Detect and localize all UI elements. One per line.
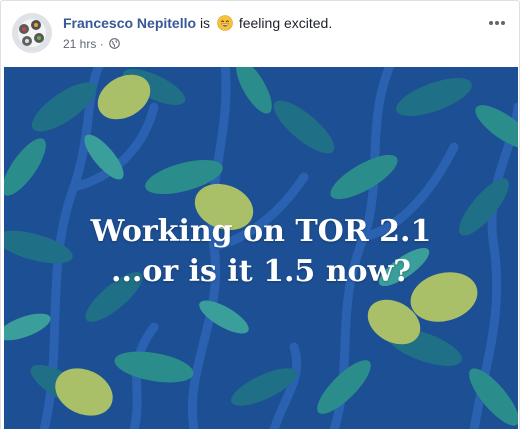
post-title-line: Francesco Nepitello is feeling excited. — [63, 15, 332, 31]
grinning-face-emoji-icon — [217, 15, 233, 31]
meta-separator: · — [99, 37, 104, 51]
caption-line-2: ...or is it 1.5 now? — [111, 254, 411, 289]
post-caption: Working on TOR 2.1 ...or is it 1.5 now? — [4, 212, 518, 292]
post-card: Francesco Nepitello is feeling excited. … — [0, 0, 520, 429]
post-background-image[interactable]: Working on TOR 2.1 ...or is it 1.5 now? — [4, 67, 518, 429]
more-options-icon[interactable] — [487, 13, 507, 33]
post-timestamp[interactable]: 21 hrs — [63, 37, 96, 51]
author-avatar[interactable] — [12, 13, 52, 53]
author-name-link[interactable]: Francesco Nepitello — [63, 15, 196, 31]
public-globe-icon[interactable] — [109, 38, 120, 49]
activity-text: feeling excited. — [238, 15, 333, 31]
activity-prefix: is — [199, 15, 211, 31]
post-header: Francesco Nepitello is feeling excited. … — [1, 1, 519, 67]
post-meta: 21 hrs · — [63, 37, 120, 51]
caption-line-1: Working on TOR 2.1 — [90, 214, 432, 249]
